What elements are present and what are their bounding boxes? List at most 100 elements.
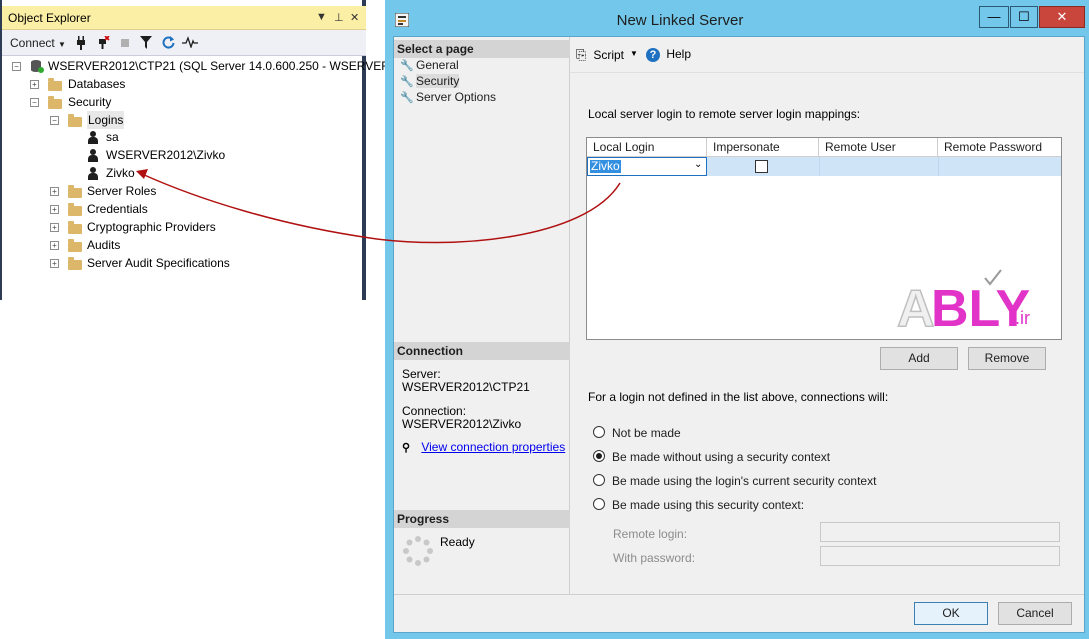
- expand-icon[interactable]: +: [50, 259, 59, 268]
- user-icon: [88, 131, 98, 144]
- script-button[interactable]: ⎘ Script: [576, 47, 624, 63]
- close-button[interactable]: ✕: [1039, 6, 1085, 28]
- stop-icon[interactable]: [120, 36, 130, 50]
- filter-icon[interactable]: [140, 36, 152, 52]
- view-connection-link[interactable]: View connection properties: [421, 440, 565, 454]
- maximize-button[interactable]: ☐: [1010, 6, 1038, 28]
- login-domain-zivko-label: WSERVER2012\Zivko: [106, 148, 226, 162]
- col-remote-password[interactable]: Remote Password: [938, 138, 1061, 157]
- script-toolbar: ⎘ Script ▼ ? Help: [570, 37, 1084, 73]
- expand-icon[interactable]: +: [50, 241, 59, 250]
- folder-icon: [68, 257, 82, 270]
- with-password-label: With password:: [613, 551, 696, 565]
- page-security[interactable]: 🔧 Security: [400, 73, 460, 89]
- login-mappings-grid[interactable]: Local Login Impersonate Remote User Remo…: [586, 137, 1062, 340]
- progress-spinner-icon: [402, 535, 434, 570]
- col-remote-user[interactable]: Remote User: [819, 138, 938, 157]
- expand-icon[interactable]: +: [30, 80, 39, 89]
- impersonate-checkbox[interactable]: [755, 160, 768, 173]
- object-explorer-titlebar: Object Explorer ▼ ⊥ ✕: [2, 6, 366, 30]
- view-connection-properties[interactable]: ⚲ View connection properties: [402, 440, 565, 454]
- folder-icon: [68, 114, 82, 127]
- folder-icon: [68, 239, 82, 252]
- local-login-value: Zivko: [590, 159, 621, 173]
- col-impersonate[interactable]: Impersonate: [707, 138, 819, 157]
- connect-button[interactable]: Connect ▼: [10, 36, 66, 50]
- expand-icon[interactable]: +: [50, 187, 59, 196]
- add-button[interactable]: Add: [880, 347, 958, 370]
- user-icon: [88, 167, 98, 180]
- folder-icon: [68, 203, 82, 216]
- logins-label: Logins: [87, 111, 125, 129]
- pin-icon[interactable]: ⊥: [334, 11, 344, 24]
- login-sa-label: sa: [106, 130, 119, 144]
- option-not-be-made-label: Not be made: [612, 426, 681, 440]
- folder-icon: [48, 96, 62, 109]
- undefined-login-label: For a login not defined in the list abov…: [588, 390, 889, 404]
- close-icon[interactable]: ✕: [350, 11, 359, 24]
- dialog-body: Select a page 🔧 General 🔧 Security 🔧 Server…: [393, 36, 1085, 633]
- option-current-context-label: Be made using the login's current securi…: [612, 474, 877, 488]
- left-pane: Select a page 🔧 General 🔧 Security 🔧 Server…: [394, 37, 570, 594]
- server-value: WSERVER2012\CTP21: [402, 380, 530, 394]
- radio-not-be-made[interactable]: [593, 426, 605, 438]
- connect-plug-icon[interactable]: [76, 36, 86, 53]
- cell-divider: [819, 157, 820, 176]
- script-icon: ⎘: [576, 47, 587, 62]
- collapse-icon[interactable]: −: [12, 62, 21, 71]
- new-linked-server-dialog: New Linked Server — ☐ ✕ Select a page 🔧 G…: [385, 0, 1089, 639]
- login-zivko-label: Zivko: [106, 166, 135, 180]
- collapse-icon[interactable]: −: [50, 116, 59, 125]
- page-general-label: General: [416, 58, 459, 72]
- script-label: Script: [593, 48, 625, 62]
- mappings-label: Local server login to remote server logi…: [588, 107, 861, 121]
- local-login-select[interactable]: Zivko ⌄: [587, 157, 707, 176]
- wrench-icon: 🔧: [400, 76, 414, 88]
- help-icon: ?: [646, 48, 660, 62]
- activity-monitor-icon[interactable]: [182, 36, 198, 51]
- progress-header: Progress: [394, 510, 570, 528]
- option-this-context-label: Be made using this security context:: [612, 498, 805, 512]
- cancel-button[interactable]: Cancel: [998, 602, 1072, 625]
- page-server-options[interactable]: 🔧 Server Options: [400, 89, 496, 105]
- database-server-icon: [30, 59, 44, 78]
- cell-divider: [938, 157, 939, 176]
- chevron-down-icon[interactable]: ⌄: [694, 159, 702, 170]
- databases-label: Databases: [68, 77, 126, 91]
- radio-without-context[interactable]: [593, 450, 605, 462]
- connection-properties-icon: ⚲: [402, 442, 411, 454]
- help-label: Help: [666, 47, 692, 61]
- script-dropdown-icon[interactable]: ▼: [630, 49, 638, 58]
- folder-icon: [68, 221, 82, 234]
- dialog-button-bar: OK Cancel: [394, 594, 1084, 632]
- collapse-icon[interactable]: −: [30, 98, 39, 107]
- radio-this-context[interactable]: [593, 498, 605, 510]
- disconnect-icon[interactable]: [96, 35, 110, 53]
- expand-icon[interactable]: +: [50, 205, 59, 214]
- minimize-button[interactable]: —: [979, 6, 1009, 28]
- chevron-down-icon: ▼: [58, 40, 66, 49]
- page-server-options-label: Server Options: [416, 90, 497, 104]
- col-local-login[interactable]: Local Login: [587, 138, 707, 157]
- dialog-title: New Linked Server: [616, 12, 744, 29]
- ok-button[interactable]: OK: [914, 602, 988, 625]
- server-node-label: WSERVER2012\CTP21 (SQL Server 14.0.600.2…: [48, 59, 404, 73]
- with-password-input[interactable]: [820, 546, 1060, 566]
- remove-button[interactable]: Remove: [968, 347, 1046, 370]
- progress-status: Ready: [440, 535, 475, 549]
- refresh-icon[interactable]: [162, 36, 175, 52]
- dropdown-arrow-icon[interactable]: ▼: [316, 11, 327, 23]
- remote-login-input[interactable]: [820, 522, 1060, 542]
- svg-text:.ir: .ir: [1015, 308, 1030, 328]
- object-explorer-title: Object Explorer: [8, 11, 91, 25]
- table-row[interactable]: Zivko ⌄: [587, 157, 1061, 176]
- page-general[interactable]: 🔧 General: [400, 57, 459, 73]
- expand-icon[interactable]: +: [50, 223, 59, 232]
- remote-login-label: Remote login:: [613, 527, 688, 541]
- svg-text:A: A: [897, 280, 935, 336]
- folder-icon: [48, 78, 62, 91]
- connect-label: Connect: [10, 36, 55, 50]
- object-explorer-panel: Object Explorer ▼ ⊥ ✕ Connect ▼ − WSERVE…: [0, 0, 403, 300]
- help-button[interactable]: ? Help: [646, 47, 691, 62]
- radio-current-context[interactable]: [593, 474, 605, 486]
